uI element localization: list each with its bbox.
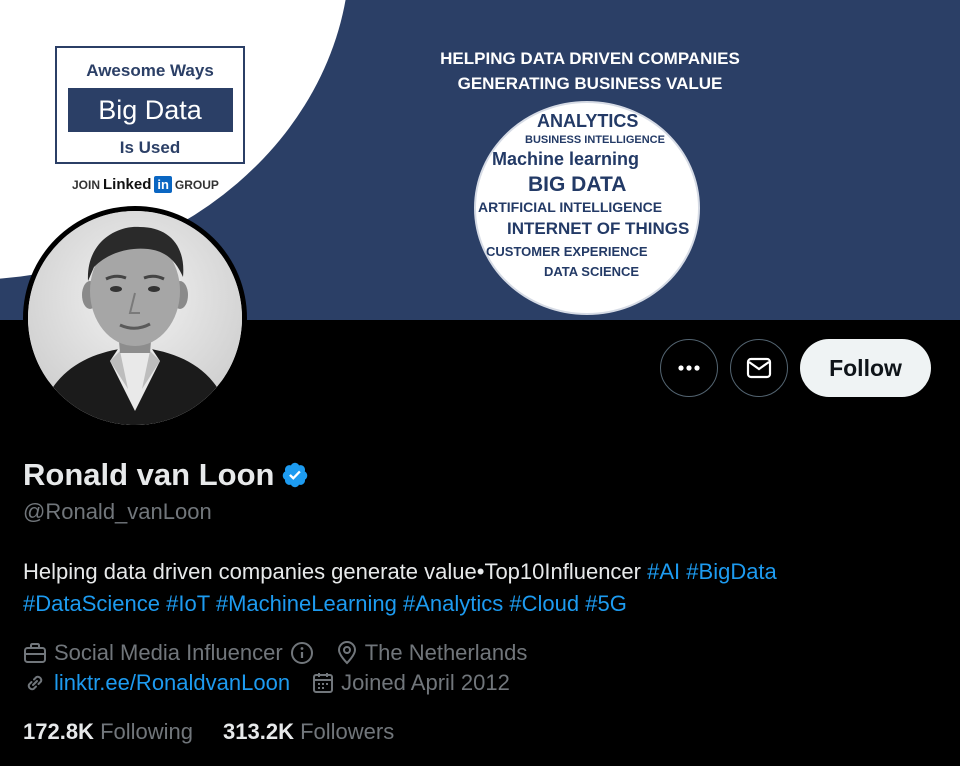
cloud-internet-of-things: INTERNET OF THINGS	[507, 219, 690, 238]
followers-label: Followers	[300, 719, 395, 744]
banner-promo-box: Awesome Ways Big Data Is Used	[55, 46, 245, 164]
briefcase-icon	[24, 643, 46, 663]
more-dots-icon	[678, 365, 700, 371]
cloud-customer-experience: CUSTOMER EXPERIENCE	[486, 244, 648, 259]
cloud-data-science: DATA SCIENCE	[544, 264, 640, 279]
followers-count: 313.2K	[223, 719, 294, 744]
verified-badge-icon[interactable]	[281, 461, 309, 489]
location-pin-icon	[337, 641, 356, 665]
cloud-big-data: BIG DATA	[528, 173, 627, 196]
more-options-button[interactable]	[660, 339, 718, 397]
avatar-photo	[28, 211, 242, 425]
hashtag-link[interactable]: #Analytics	[403, 591, 503, 616]
following-label: Following	[100, 719, 194, 744]
display-name: Ronald van Loon	[23, 457, 309, 493]
user-handle: @Ronald_vanLoon	[23, 499, 212, 524]
category-text: Social Media Influencer	[54, 640, 283, 665]
cloud-artificial-intelligence: ARTIFICIAL INTELLIGENCE	[478, 199, 663, 215]
message-button[interactable]	[730, 339, 788, 397]
profile-meta-row-2: linktr.ee/RonaldvanLoon Joined April 201…	[23, 670, 532, 696]
promo-line1: Awesome Ways	[86, 61, 214, 80]
linkedin-logo-icon: in	[154, 176, 172, 193]
profile-joined: Joined April 2012	[312, 670, 510, 696]
avatar-portrait-icon	[28, 211, 242, 425]
bio-text: Helping data driven companies generate v…	[23, 559, 648, 584]
profile-stats: 172.8K Following 313.2K Followers	[23, 719, 394, 745]
hashtag-link[interactable]: #Cloud	[509, 591, 579, 616]
envelope-icon	[746, 357, 772, 379]
headline-line1: HELPING DATA DRIVEN COMPANIES	[440, 49, 740, 68]
banner-word-cloud: ANALYTICS BUSINESS INTELLIGENCE Machine …	[474, 101, 700, 315]
following-count: 172.8K	[23, 719, 94, 744]
headline-line2: GENERATING BUSINESS VALUE	[457, 74, 723, 93]
followers-stat[interactable]: 313.2K Followers	[223, 719, 394, 745]
following-stat[interactable]: 172.8K Following	[23, 719, 193, 745]
linkedin-join: JOIN Linked in GROUP	[72, 176, 219, 193]
joined-text: Joined April 2012	[341, 670, 510, 695]
link-icon	[27, 675, 43, 691]
banner-headline: HELPING DATA DRIVEN COMPANIES GENERATING…	[405, 46, 775, 96]
calendar-icon	[313, 673, 334, 693]
cloud-business-intelligence: BUSINESS INTELLIGENCE	[525, 134, 665, 146]
follow-button[interactable]: Follow	[800, 339, 931, 397]
hashtag-link[interactable]: #IoT	[166, 591, 210, 616]
profile-website[interactable]: linktr.ee/RonaldvanLoon	[23, 670, 290, 696]
join-suffix: GROUP	[174, 177, 219, 192]
hashtag-link[interactable]: #DataScience	[23, 591, 160, 616]
promo-line3: Is Used	[119, 138, 181, 157]
info-icon[interactable]	[290, 641, 314, 665]
hashtag-link[interactable]: #MachineLearning	[216, 591, 397, 616]
cloud-machine-learning: Machine learning	[492, 149, 640, 169]
cloud-analytics: ANALYTICS	[537, 111, 639, 131]
website-link[interactable]: linktr.ee/RonaldvanLoon	[54, 670, 290, 696]
display-name-text: Ronald van Loon	[23, 457, 275, 492]
profile-location: The Netherlands	[336, 640, 528, 666]
promo-band: Big Data	[67, 88, 233, 132]
profile-category: Social Media Influencer	[23, 640, 314, 666]
profile-meta-row-1: Social Media Influencer The Netherlands	[23, 640, 549, 666]
location-text: The Netherlands	[364, 640, 528, 665]
hashtag-link[interactable]: #AI	[647, 559, 680, 584]
hashtag-link[interactable]: #5G	[585, 591, 627, 616]
linkedin-wordmark: Linked	[103, 176, 152, 193]
profile-avatar[interactable]	[23, 206, 247, 430]
profile-bio: Helping data driven companies generate v…	[23, 556, 943, 620]
join-prefix: JOIN	[72, 177, 101, 192]
hashtag-link[interactable]: #BigData	[686, 559, 777, 584]
